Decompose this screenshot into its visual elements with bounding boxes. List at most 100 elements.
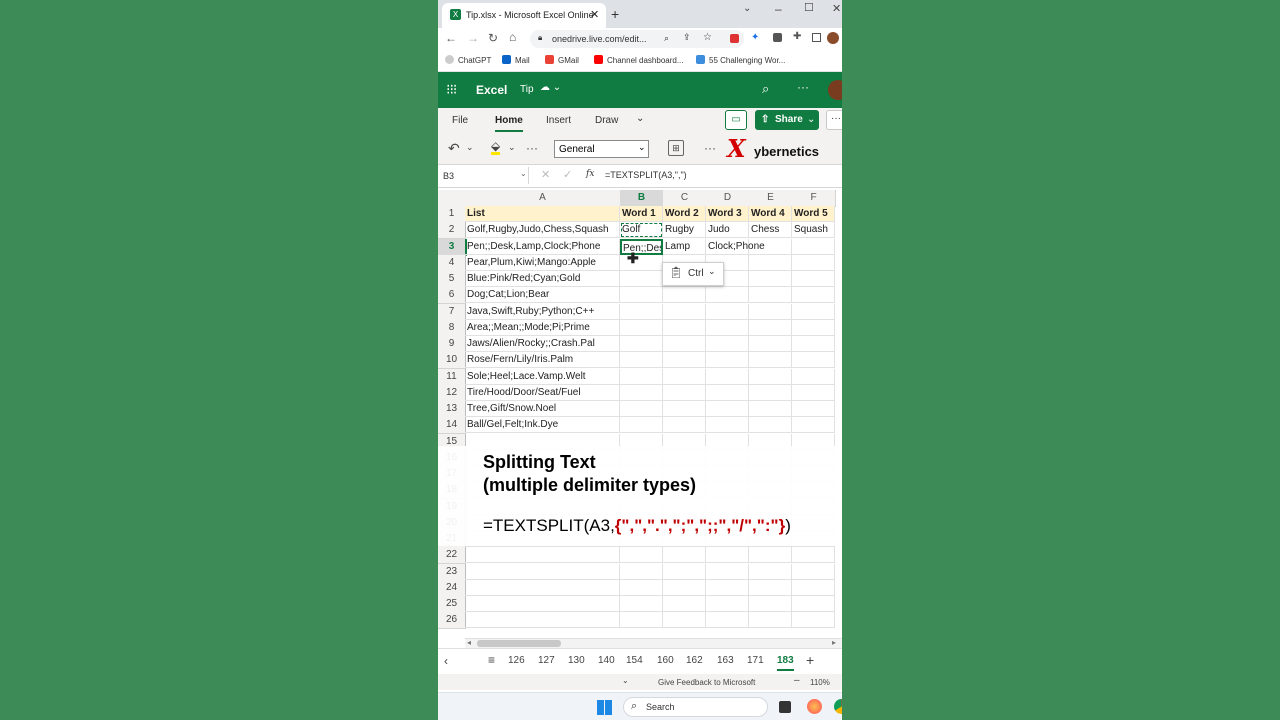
cell-b11[interactable]	[620, 368, 663, 385]
bookmark-star-icon[interactable]: ☆	[703, 32, 712, 43]
fill-color-icon[interactable]: ⬙	[491, 140, 501, 155]
new-tab-icon[interactable]: +	[611, 6, 619, 22]
cell-e6[interactable]	[749, 287, 792, 304]
cell-e12[interactable]	[749, 384, 792, 401]
row-header-9[interactable]: 9	[438, 336, 466, 353]
cancel-formula-icon[interactable]: ✕	[541, 168, 550, 181]
cell-c2[interactable]: Rugby	[663, 222, 706, 239]
tab-insert[interactable]: Insert	[546, 115, 571, 126]
ribbon-overflow-icon[interactable]: ···	[826, 110, 842, 130]
cell-e22[interactable]	[749, 547, 792, 564]
cell-d1[interactable]: Word 3	[706, 206, 749, 222]
row-header-10[interactable]: 10	[438, 352, 466, 370]
cell-f3[interactable]	[792, 238, 835, 255]
row-header-5[interactable]: 5	[438, 271, 466, 288]
row-header-26[interactable]: 26	[438, 612, 466, 630]
cell-d2[interactable]: Judo	[706, 222, 749, 239]
cell-e25[interactable]	[749, 596, 792, 612]
cell-d10[interactable]	[706, 352, 749, 369]
cell-a6[interactable]: Dog;Cat;Lion;Bear	[465, 287, 620, 304]
select-all-corner[interactable]	[438, 190, 466, 207]
row-header-22[interactable]: 22	[438, 547, 466, 565]
cell-d23[interactable]	[706, 563, 749, 580]
cell-d12[interactable]	[706, 384, 749, 401]
cell-a11[interactable]: Sole;Heel;Lace.Vamp.Welt	[465, 368, 620, 385]
cell-f26[interactable]	[792, 612, 835, 629]
cell-f14[interactable]	[792, 417, 835, 434]
cell-e7[interactable]	[749, 303, 792, 320]
cell-d14[interactable]	[706, 417, 749, 434]
cell-b23[interactable]	[620, 563, 663, 580]
sheet-tab-126[interactable]: 126	[508, 655, 525, 666]
cell-b6[interactable]	[620, 287, 663, 304]
cell-a9[interactable]: Jaws/Alien/Rocky;;Crash.Pal	[465, 336, 620, 352]
cell-e23[interactable]	[749, 563, 792, 580]
column-header-e[interactable]: E	[749, 190, 793, 207]
cell-f7[interactable]	[792, 303, 835, 320]
cell-b24[interactable]	[620, 579, 663, 596]
bookmark-challenging-words[interactable]: 55 Challenging Wor...	[696, 55, 785, 65]
cell-e10[interactable]	[749, 352, 792, 369]
browser-tab[interactable]: X Tip.xlsx - Microsoft Excel Online ✕	[442, 3, 606, 28]
cell-f13[interactable]	[792, 401, 835, 417]
cell-b26[interactable]	[620, 612, 663, 629]
url-field[interactable]: 🔒︎ onedrive.live.com/edit... ⌕ ⇪ ☆	[530, 30, 744, 48]
cell-d13[interactable]	[706, 401, 749, 417]
cell-d6[interactable]	[706, 287, 749, 304]
add-sheet-icon[interactable]: +	[806, 652, 814, 668]
bookmark-gmail[interactable]: GMail	[545, 55, 579, 65]
back-icon[interactable]: ←	[445, 31, 457, 45]
insert-function-icon[interactable]: fx	[586, 169, 594, 179]
cell-e13[interactable]	[749, 401, 792, 417]
scroll-left-icon[interactable]: ◂	[467, 638, 471, 647]
number-format-select[interactable]: General ⌄	[554, 140, 649, 158]
cell-d8[interactable]	[706, 319, 749, 336]
row-header-8[interactable]: 8	[438, 319, 466, 337]
side-panel-icon[interactable]	[812, 33, 821, 42]
cell-a3[interactable]: Pen;;Desk,Lamp,Clock;Phone	[465, 238, 620, 255]
search-icon[interactable]: ⌕	[762, 81, 769, 97]
firefox-icon[interactable]	[807, 699, 822, 714]
cell-f12[interactable]	[792, 384, 835, 401]
ribbon-more-chevron-icon[interactable]: ⌄	[636, 113, 644, 124]
cell-b2[interactable]: Golf	[620, 222, 663, 239]
cell-c11[interactable]	[663, 368, 706, 385]
cell-f11[interactable]	[792, 368, 835, 385]
row-header-23[interactable]: 23	[438, 563, 466, 581]
extension-icon-3[interactable]	[773, 33, 782, 42]
cell-f23[interactable]	[792, 563, 835, 580]
tab-close-icon[interactable]: ✕	[590, 8, 599, 21]
cell-e2[interactable]: Chess	[749, 222, 792, 239]
bookmark-mail[interactable]: Mail	[502, 55, 530, 65]
cell-e14[interactable]	[749, 417, 792, 434]
cell-f10[interactable]	[792, 352, 835, 369]
row-header-6[interactable]: 6	[438, 287, 466, 305]
column-header-f[interactable]: F	[792, 190, 836, 207]
cell-e9[interactable]	[749, 336, 792, 352]
sheet-tab-130[interactable]: 130	[568, 655, 585, 666]
cell-a2[interactable]: Golf,Rugby,Judo,Chess,Squash	[465, 222, 620, 239]
cell-a7[interactable]: Java,Swift,Ruby;Python;C++	[465, 303, 620, 320]
cell-e5[interactable]	[749, 271, 792, 287]
cell-a14[interactable]: Ball/Gel,Felt;Ink.Dye	[465, 417, 620, 434]
formula-input[interactable]: =TEXTSPLIT(A3,",")	[605, 170, 687, 180]
status-chevron-icon[interactable]: ⌄	[622, 676, 629, 685]
cell-b10[interactable]	[620, 352, 663, 369]
cell-d9[interactable]	[706, 336, 749, 352]
cell-c9[interactable]	[663, 336, 706, 352]
cell-e3[interactable]	[749, 238, 792, 255]
analyze-data-icon[interactable]: ⊞	[668, 140, 684, 156]
cell-e24[interactable]	[749, 579, 792, 596]
cell-a24[interactable]	[465, 579, 620, 596]
paste-options-popup[interactable]: 📋︎ Ctrl ⌄	[662, 262, 724, 286]
cell-f22[interactable]	[792, 547, 835, 564]
row-header-11[interactable]: 11	[438, 368, 466, 386]
row-header-25[interactable]: 25	[438, 596, 466, 613]
row-header-2[interactable]: 2	[438, 222, 466, 240]
cell-c22[interactable]	[663, 547, 706, 564]
row-header-4[interactable]: 4	[438, 254, 466, 272]
reload-icon[interactable]: ↻	[488, 31, 498, 45]
more-options-icon[interactable]: ···	[797, 80, 809, 94]
share-button[interactable]: ⇧ Share ⌄	[755, 110, 819, 130]
minimize-icon[interactable]: –	[775, 2, 782, 16]
